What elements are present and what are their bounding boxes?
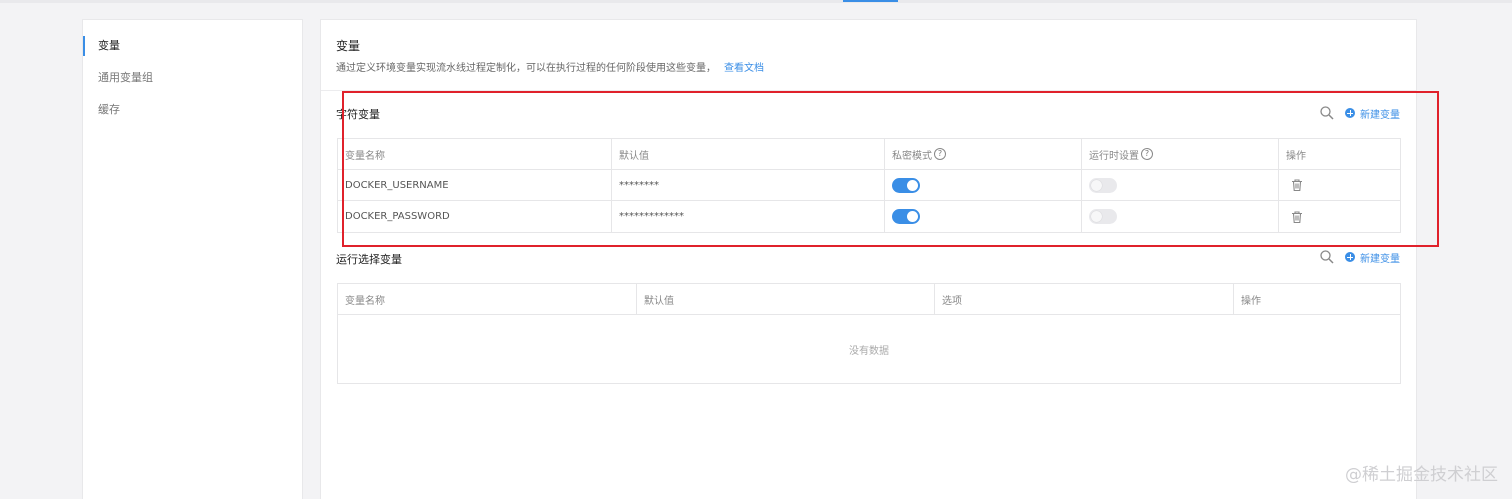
description-text: 通过定义环境变量实现流水线过程定制化，可以在执行过程的任何阶段使用这些变量， [336,63,716,74]
runtime-setting-toggle[interactable] [1089,177,1117,193]
string-variables-title: 字符变量 [336,108,380,121]
table-row: DOCKER_USERNAME ******** [338,170,1400,201]
sidebar: 变量 通用变量组 缓存 [82,19,303,499]
column-header-name: 变量名称 [338,139,612,169]
sidebar-item-variables[interactable]: 变量 [83,34,302,58]
add-string-variable-button[interactable]: 新建变量 [1345,106,1400,121]
column-header-options: 选项 [935,284,1234,314]
secret-cell [885,201,1082,232]
main-panel: 变量 通过定义环境变量实现流水线过程定制化，可以在执行过程的任何阶段使用这些变量… [320,19,1417,499]
view-docs-link[interactable]: 查看文档 [724,63,764,74]
search-icon[interactable] [1319,105,1335,121]
column-header-default: 默认值 [637,284,935,314]
plus-circle-icon [1345,108,1355,118]
sidebar-item-cache[interactable]: 缓存 [83,98,302,122]
runtime-cell [1082,170,1279,200]
runtime-setting-toggle[interactable] [1089,209,1117,224]
watermark: @稀土掘金技术社区 [1345,465,1498,485]
help-icon[interactable]: ? [934,148,946,160]
runtime-setting-label: 运行时设置 [1089,150,1139,162]
string-variables-table: 变量名称 默认值 私密模式 ? 运行时设置 ? 操作 DOCKER_USERNA… [337,138,1401,233]
top-bar [0,0,1512,3]
column-header-actions: 操作 [1241,295,1261,307]
runtime-cell [1082,201,1279,232]
variable-name-cell: DOCKER_PASSWORD [338,201,612,232]
search-icon[interactable] [1319,249,1335,265]
string-variables-actions: 新建变量 [1319,105,1400,121]
secret-mode-label: 私密模式 [892,150,932,162]
page-title: 变量 [336,39,361,53]
empty-state: 没有数据 [849,345,889,357]
column-header-runtime: 运行时设置 ? [1082,139,1279,169]
table-header-row: 变量名称 默认值 选项 操作 [338,284,1400,315]
add-button-label: 新建变量 [1360,253,1400,265]
trash-icon[interactable] [1290,210,1304,224]
page-description: 通过定义环境变量实现流水线过程定制化，可以在执行过程的任何阶段使用这些变量， 查看… [336,59,764,74]
help-icon[interactable]: ? [1141,148,1153,160]
add-button-label: 新建变量 [1360,109,1400,121]
select-variables-table: 变量名称 默认值 选项 操作 没有数据 [337,283,1401,384]
column-header-actions: 操作 [1286,150,1306,162]
secret-mode-toggle[interactable] [892,209,920,224]
divider [321,90,1416,91]
secret-mode-toggle[interactable] [892,177,920,193]
secret-cell [885,170,1082,200]
actions-cell [1279,170,1400,200]
actions-cell [1279,201,1400,232]
table-header-row: 变量名称 默认值 私密模式 ? 运行时设置 ? 操作 [338,139,1400,170]
table-row: DOCKER_PASSWORD ************* [338,201,1400,232]
column-header-secret: 私密模式 ? [885,139,1082,169]
active-tab-indicator [843,0,898,2]
trash-icon[interactable] [1290,178,1304,192]
select-variables-actions: 新建变量 [1319,249,1400,265]
add-select-variable-button[interactable]: 新建变量 [1345,250,1400,265]
variable-name-cell: DOCKER_USERNAME [338,170,612,200]
default-value-cell: ******** [612,170,885,200]
default-value-cell: ************* [612,201,885,232]
column-header-name: 变量名称 [338,284,637,314]
select-variables-title: 运行选择变量 [336,253,402,266]
column-header-default: 默认值 [612,139,885,169]
sidebar-item-common-variable-groups[interactable]: 通用变量组 [83,66,302,90]
plus-circle-icon [1345,252,1355,262]
